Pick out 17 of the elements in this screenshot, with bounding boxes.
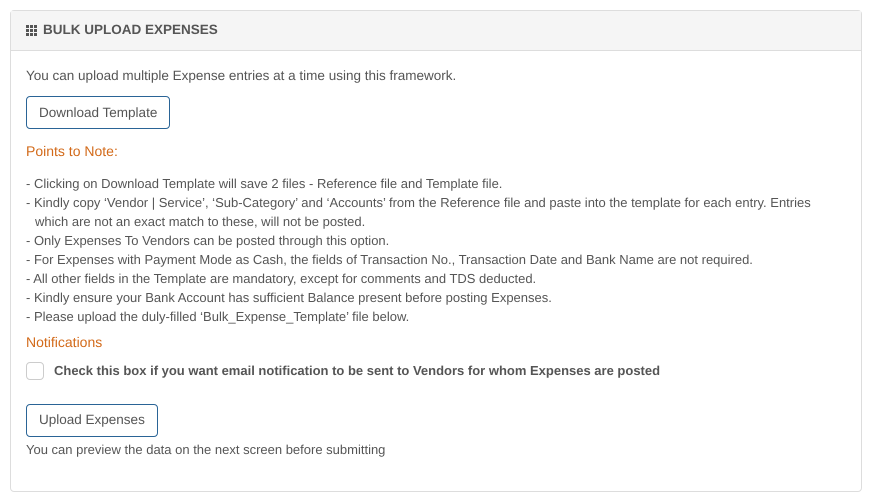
checkbox[interactable] — [26, 362, 44, 380]
note-text: - Only Expenses To Vendors can be posted through this option. — [26, 232, 390, 250]
note-text: - Please upload the duly-filled ‘Bulk_Expense_Template’ file below. — [26, 308, 410, 326]
intro-text: You can upload multiple Expense entries at a time using this framework. — [26, 67, 458, 85]
note-text: - All other fields in the Template are mandatory, except for comments and TDS deducted. — [26, 270, 538, 288]
download-template-button[interactable]: Download Template — [26, 96, 170, 130]
note-text: - For Expenses with Payment Mode as Cash, the fields of Transaction No., Transaction Date and Bank Name are not required. — [26, 251, 754, 270]
note-text: - Kindly ensure your Bank Account has sufficient Balance present before posting Expenses. — [26, 289, 553, 308]
checkbox-label: Check this box if you want email notification to be sent to Vendors for whom Expenses are posted — [54, 362, 660, 380]
notifications-heading: Notifications — [26, 333, 104, 352]
panel-title: BULK UPLOAD EXPENSES — [43, 21, 218, 40]
note-text: - Kindly copy ‘Vendor | Service’, ‘Sub-Category’ and ‘Accounts’ from the Reference file and paste into the template for each entry. Entries which are not an exact match to these, will not be posted. — [26, 194, 812, 232]
grid-icon — [26, 25, 37, 36]
preview-note: You can preview the data on the next screen before submitting — [26, 440, 386, 459]
note-text: - Clicking on Download Template will save 2 files - Reference file and Template file. — [26, 175, 504, 194]
upload-expenses-button[interactable]: Upload Expenses — [26, 404, 158, 437]
notes-heading: Points to Note: — [26, 142, 119, 162]
